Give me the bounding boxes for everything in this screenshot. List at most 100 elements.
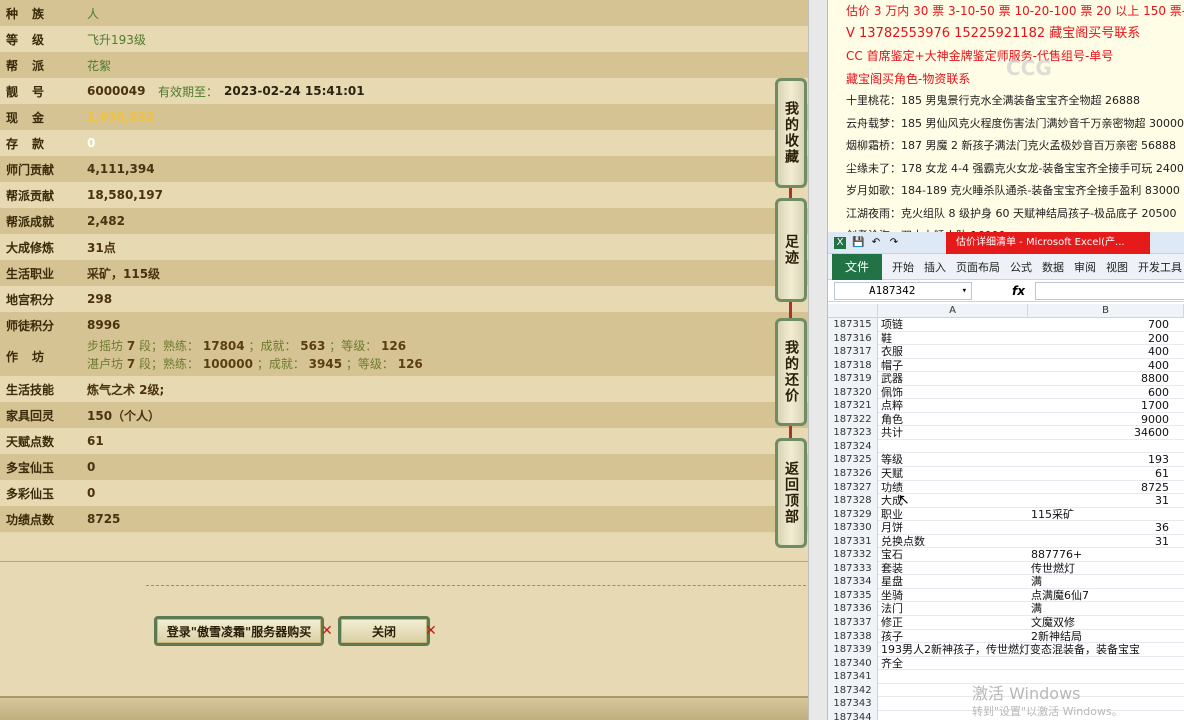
cell-b[interactable]: 9000 (1031, 413, 1169, 427)
cell-b[interactable]: 点满魔6仙7 (1031, 589, 1169, 603)
cell-b[interactable]: 31 (1031, 494, 1169, 508)
row-number[interactable]: 187320 (828, 385, 878, 400)
fx-icon[interactable]: fx (1012, 284, 1025, 298)
row-number[interactable]: 187322 (828, 412, 878, 427)
cell-a[interactable]: 武器 (881, 372, 1029, 386)
cell-a[interactable]: 套装 (881, 562, 1029, 576)
row-number[interactable]: 187344 (828, 710, 878, 720)
row-number[interactable]: 187316 (828, 331, 878, 346)
cell-b[interactable]: 31 (1031, 535, 1169, 549)
row-number[interactable]: 187328 (828, 494, 878, 508)
chevron-down-icon[interactable]: ▾ (962, 283, 967, 299)
row-number[interactable]: 187321 (828, 399, 878, 413)
cell-b[interactable]: 61 (1031, 467, 1169, 481)
cell-b[interactable]: 36 (1031, 521, 1169, 535)
row-number[interactable]: 187337 (828, 616, 878, 630)
cell-b[interactable]: 满 (1031, 602, 1169, 616)
row-number[interactable]: 187333 (828, 561, 878, 576)
cell-a[interactable]: 法门 (881, 602, 1029, 616)
cell-b[interactable]: 2新神结局 (1031, 630, 1169, 644)
cell-b[interactable]: 1700 (1031, 399, 1169, 413)
excel-app-icon[interactable]: X (834, 236, 846, 249)
tab-view[interactable]: 视图 (1106, 259, 1128, 275)
cell-b[interactable]: 115采矿 (1031, 508, 1169, 522)
tab-page-layout[interactable]: 页面布局 (956, 259, 1000, 275)
cell-a[interactable]: 角色 (881, 413, 1029, 427)
row-number[interactable]: 187319 (828, 372, 878, 386)
tab-review[interactable]: 审阅 (1074, 259, 1096, 275)
cell-a[interactable]: 星盘 (881, 575, 1029, 589)
cell-b[interactable]: 8800 (1031, 372, 1169, 386)
tab-formulas[interactable]: 公式 (1010, 259, 1032, 275)
close-button[interactable]: 关闭 (338, 616, 430, 646)
tab-developer[interactable]: 开发工具 (1138, 259, 1182, 275)
cell-b[interactable]: 400 (1031, 345, 1169, 359)
tab-insert[interactable]: 插入 (924, 259, 946, 275)
row-number[interactable]: 187315 (828, 318, 878, 332)
row-number[interactable]: 187324 (828, 439, 878, 454)
row-number[interactable]: 187329 (828, 507, 878, 522)
undo-icon[interactable]: ↶ (870, 237, 882, 249)
cell-a[interactable]: 齐全 (881, 657, 1029, 671)
row-number[interactable]: 187336 (828, 602, 878, 617)
cell-b[interactable]: 34600 (1031, 426, 1169, 440)
cell-a[interactable]: 职业 (881, 508, 1029, 522)
cell-b[interactable]: 8725 (1031, 481, 1169, 495)
cell-b[interactable]: 400 (1031, 359, 1169, 373)
tab-home[interactable]: 开始 (892, 259, 914, 275)
select-all-corner[interactable] (828, 304, 878, 318)
cell-a[interactable]: 兑换点数 (881, 535, 1029, 549)
row-number[interactable]: 187327 (828, 480, 878, 495)
cell-a[interactable]: 宝石 (881, 548, 1029, 562)
row-number[interactable]: 187332 (828, 548, 878, 562)
back-to-top-button[interactable]: 返回顶部 (775, 438, 807, 548)
row-number[interactable]: 187341 (828, 670, 878, 684)
cell-b[interactable]: 文魔双修 (1031, 616, 1169, 630)
cell-a[interactable]: 项链 (881, 318, 1029, 332)
redo-icon[interactable]: ↷ (888, 237, 900, 249)
login-server-buy-button[interactable]: 登录"傲雪凌霜"服务器购买 (154, 616, 324, 646)
row-number[interactable]: 187339 (828, 643, 878, 657)
cell-a[interactable]: 孩子 (881, 630, 1029, 644)
sheet-grid[interactable]: 187315 项链 700 187316 鞋 200 187317 衣服 400 187318 帽子… (828, 318, 1184, 720)
cell-a[interactable]: 帽子 (881, 359, 1029, 373)
cell-a[interactable]: 193男人2新神孩子，传世燃灯变态混装备，装备宝宝 (881, 643, 1140, 657)
row-number[interactable]: 187326 (828, 467, 878, 481)
row-number[interactable]: 187330 (828, 521, 878, 535)
cell-b[interactable]: 200 (1031, 332, 1169, 346)
column-header-a[interactable]: A (878, 304, 1028, 318)
cell-b[interactable]: 600 (1031, 386, 1169, 400)
row-number[interactable]: 187334 (828, 575, 878, 589)
row-number[interactable]: 187338 (828, 629, 878, 644)
cell-a[interactable]: 佩饰 (881, 386, 1029, 400)
column-header-b[interactable]: B (1028, 304, 1184, 318)
row-number[interactable]: 187325 (828, 453, 878, 468)
tab-data[interactable]: 数据 (1042, 259, 1064, 275)
cell-b[interactable]: 887776+ (1031, 548, 1169, 562)
cell-a[interactable]: 等级 (881, 453, 1029, 467)
cell-a[interactable]: 点粹 (881, 399, 1029, 413)
save-icon[interactable]: 💾 (852, 237, 864, 249)
row-number[interactable]: 187323 (828, 426, 878, 440)
cell-a[interactable]: 天赋 (881, 467, 1029, 481)
cell-b[interactable]: 193 (1031, 453, 1169, 467)
row-number[interactable]: 187335 (828, 588, 878, 603)
row-number[interactable]: 187331 (828, 534, 878, 549)
cell-a[interactable]: 共计 (881, 426, 1029, 440)
row-number[interactable]: 187340 (828, 656, 878, 671)
my-favorites-button[interactable]: 我的收藏 (775, 78, 807, 188)
row-number[interactable]: 187318 (828, 358, 878, 373)
cell-b[interactable]: 传世燃灯 (1031, 562, 1169, 576)
cell-a[interactable]: 衣服 (881, 345, 1029, 359)
footprint-button[interactable]: 足迹 (775, 198, 807, 302)
cell-b[interactable]: 700 (1031, 318, 1169, 332)
name-box[interactable]: A187342 ▾ (834, 281, 972, 300)
cell-b[interactable]: 满 (1031, 575, 1169, 589)
formula-input[interactable] (1034, 281, 1184, 300)
row-number[interactable]: 187342 (828, 683, 878, 698)
tab-file[interactable]: 文件 (832, 253, 882, 280)
row-number[interactable]: 187317 (828, 345, 878, 359)
cell-a[interactable]: 鞋 (881, 332, 1029, 346)
cell-a[interactable]: 修正 (881, 616, 1029, 630)
my-counteroffer-button[interactable]: 我的还价 (775, 318, 807, 426)
